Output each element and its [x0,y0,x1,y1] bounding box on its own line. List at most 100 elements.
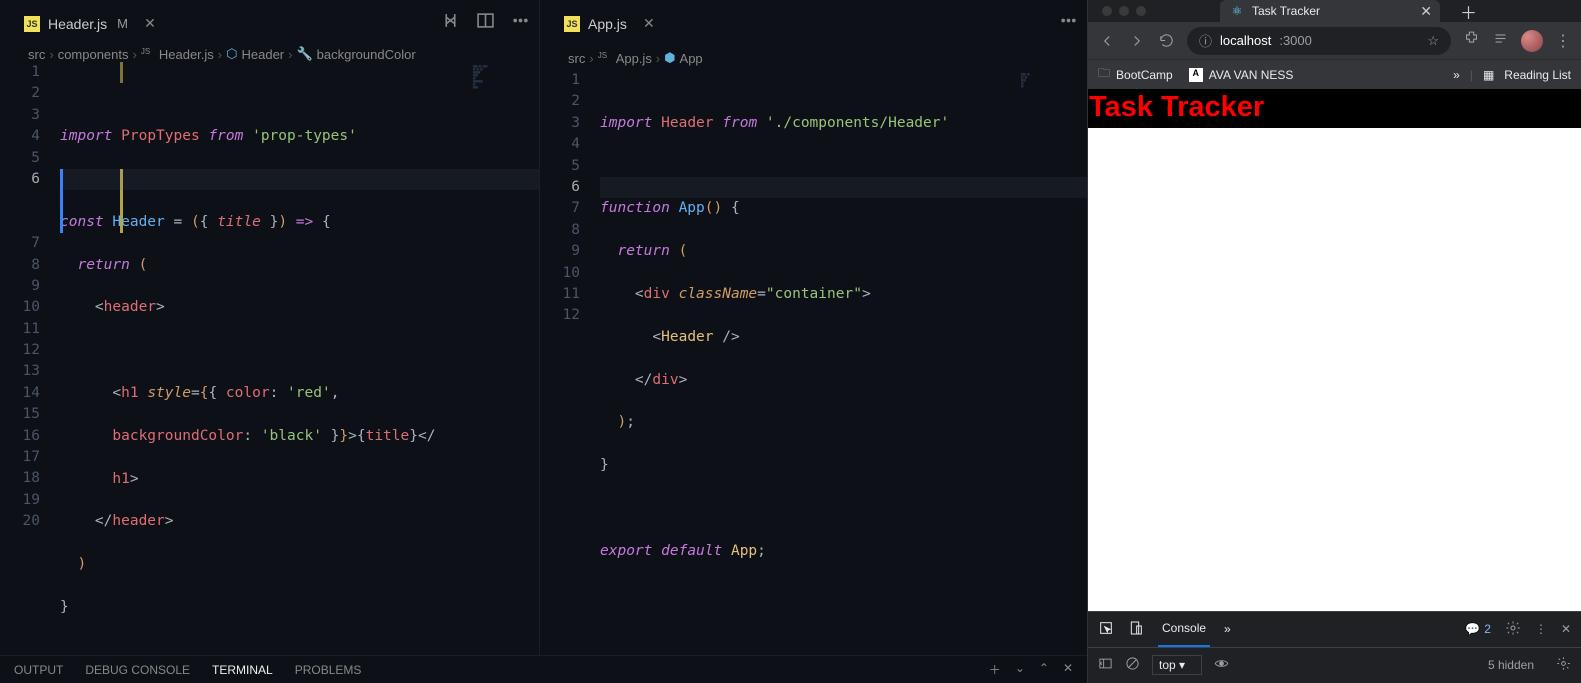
chrome-toolbar: ⓘ localhost :3000 ☆ ⋮ [1088,22,1581,59]
new-tab-button[interactable]: ＋ [1460,0,1477,24]
bookmark-bootcamp[interactable]: 🗀 BootCamp [1098,64,1173,85]
hidden-messages[interactable]: 5 hidden [1488,658,1534,672]
console-toolbar: top ▾ 5 hidden [1088,648,1581,683]
devtools-more-tabs-icon[interactable]: » [1224,622,1231,636]
reading-list-icon[interactable] [1492,30,1509,52]
panel-tab-problems[interactable]: PROBLEMS [295,663,362,677]
split-editor-icon[interactable] [477,12,494,34]
bookmark-ava[interactable]: A AVA VAN NESS [1189,68,1294,82]
url-host: localhost [1220,33,1271,48]
devtools-close-icon[interactable]: ✕ [1561,622,1571,636]
message-icon: 💬 [1465,622,1480,636]
chrome-browser: ⚛ Task Tracker ✕ ＋ ⓘ localhost:3000 ☆ ⋮ … [1087,0,1581,683]
bc-file[interactable]: App.js [616,51,652,66]
tab-close-icon[interactable]: ✕ [1420,3,1432,20]
console-sidebar-icon[interactable] [1098,656,1113,674]
line-number-gutter: 12345 6 78910 11121314 15161718 1920 [0,62,60,655]
compare-changes-icon[interactable] [442,12,459,34]
dropdown-icon[interactable]: ⌄ [1015,661,1025,678]
react-icon: ⚛ [1230,4,1244,18]
wrench-icon: 🔧 [296,46,312,62]
bookmarks-bar: 🗀 BootCamp A AVA VAN NESS » | ▦ Reading … [1088,59,1581,89]
line-number-gutter: 12345 678910 1112 [540,70,600,655]
tab-actions [1060,0,1077,46]
bc-src[interactable]: src [28,47,45,62]
vscode-window: JS Header.js M ✕ src › components › JS H… [0,0,1087,683]
close-panel-icon[interactable]: ✕ [1063,661,1073,678]
page-content: Task Tracker [1088,89,1581,611]
js-file-icon: JS [598,51,612,65]
device-toolbar-icon[interactable] [1128,620,1144,639]
bookmark-star-icon[interactable]: ☆ [1427,33,1439,49]
back-button[interactable] [1098,32,1116,50]
bookmarks-overflow-icon[interactable]: » [1453,68,1460,82]
code-content[interactable]: import Header from './components/Header'… [600,70,1087,655]
url-path: :3000 [1279,33,1312,48]
browser-tab[interactable]: ⚛ Task Tracker ✕ [1220,0,1440,22]
reload-button[interactable] [1158,32,1175,49]
tab-header-js[interactable]: JS Header.js M ✕ [10,0,168,46]
reading-list-icon: ▦ [1483,68,1494,82]
js-file-icon: JS [141,47,155,61]
code-content[interactable]: import PropTypes from 'prop-types' const… [60,62,539,655]
breadcrumb[interactable]: src › components › JS Header.js › ⬡ Head… [0,46,539,62]
bc-src[interactable]: src [568,51,585,66]
new-terminal-icon[interactable]: ＋ [989,661,1001,678]
bc-file[interactable]: Header.js [159,47,214,62]
extensions-icon[interactable] [1463,30,1480,52]
page-h1: Task Tracker [1088,89,1581,128]
code-editor[interactable]: ████ ████ ██████████ 12345 678910 1112 i… [540,70,1087,655]
console-settings-icon[interactable] [1556,656,1571,674]
chrome-tab-strip: ⚛ Task Tracker ✕ ＋ [1088,0,1581,22]
js-file-icon: JS [24,16,40,32]
tab-app-js[interactable]: JS App.js ✕ [550,0,667,46]
more-actions-icon[interactable] [1060,12,1077,34]
bc-symbol[interactable]: Header [241,47,284,62]
site-icon: A [1189,68,1203,82]
maximize-panel-icon[interactable]: ⌃ [1039,661,1049,678]
panel-tab-debug-console[interactable]: DEBUG CONSOLE [85,663,190,677]
profile-avatar[interactable] [1521,30,1543,52]
more-actions-icon[interactable] [512,12,529,34]
window-controls[interactable] [1102,6,1146,16]
code-editor[interactable]: ████ ██ ██████ ██ ██████████████████████… [0,62,539,655]
bc-components[interactable]: components [58,47,129,62]
devtools: Console » 💬 2 ⋮ ✕ top ▾ 5 hidden [1088,611,1581,683]
live-expression-icon[interactable] [1214,656,1229,674]
tab-bar: JS Header.js M ✕ [0,0,539,46]
tab-title: Header.js [48,16,107,32]
panel-tab-terminal[interactable]: TERMINAL [212,663,273,677]
tab-title: Task Tracker [1252,4,1320,18]
inspect-element-icon[interactable] [1098,620,1114,639]
tab-modified-indicator: M [117,16,128,31]
devtools-tabs: Console » 💬 2 ⋮ ✕ [1088,612,1581,648]
tab-title: App.js [588,16,627,32]
tab-bar: JS App.js ✕ [540,0,1087,46]
panel-tab-output[interactable]: OUTPUT [14,663,63,677]
devtools-menu-icon[interactable]: ⋮ [1535,622,1547,636]
address-bar[interactable]: ⓘ localhost :3000 ☆ [1187,27,1451,55]
js-file-icon: JS [564,16,580,32]
symbol-icon: ⬡ [226,46,237,62]
bc-prop[interactable]: backgroundColor [317,47,416,62]
panel-tab-bar: OUTPUT DEBUG CONSOLE TERMINAL PROBLEMS ＋… [0,655,1087,683]
forward-button[interactable] [1128,32,1146,50]
tab-close-button[interactable]: ✕ [142,15,158,32]
editor-pane-right: JS App.js ✕ src › JS App.js › ⬢ App ████… [540,0,1087,655]
tab-close-button[interactable]: ✕ [641,15,657,32]
tab-actions [442,0,529,46]
bc-symbol[interactable]: App [680,51,703,66]
folder-icon: 🗀 [1098,64,1110,85]
editor-split: JS Header.js M ✕ src › components › JS H… [0,0,1087,655]
module-icon: ⬢ [664,50,675,66]
clear-console-icon[interactable] [1125,656,1140,674]
devtools-tab-console[interactable]: Console [1158,612,1210,647]
messages-badge[interactable]: 💬 2 [1465,622,1491,636]
chrome-menu-icon[interactable]: ⋮ [1555,31,1571,51]
editor-pane-left: JS Header.js M ✕ src › components › JS H… [0,0,540,655]
site-info-icon[interactable]: ⓘ [1199,31,1212,50]
devtools-settings-icon[interactable] [1505,620,1521,639]
reading-list-label[interactable]: Reading List [1504,68,1571,82]
breadcrumb[interactable]: src › JS App.js › ⬢ App [540,46,1087,70]
context-selector[interactable]: top ▾ [1152,655,1202,675]
